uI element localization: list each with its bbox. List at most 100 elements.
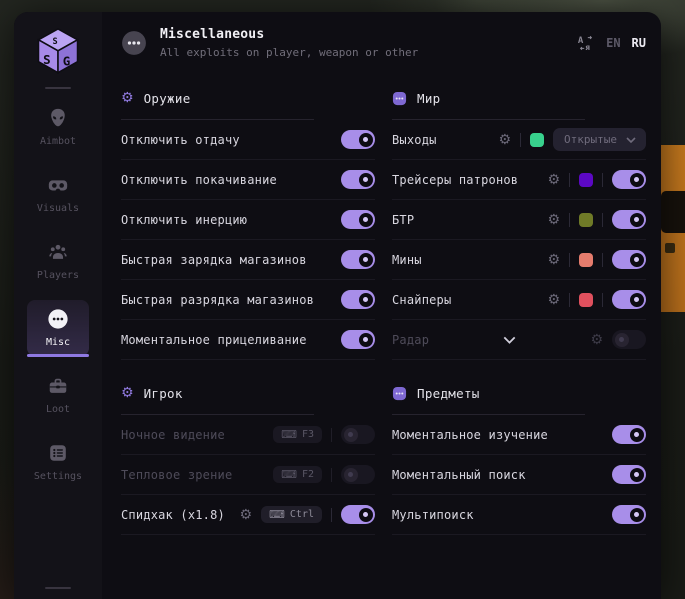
control-divider [331, 468, 332, 482]
feature-label: Радар [392, 333, 429, 347]
feature-row: Отключить покачивание [121, 160, 375, 200]
gear-icon[interactable]: ⚙ [547, 213, 560, 227]
toggle-switch[interactable] [341, 425, 375, 444]
gear-icon[interactable]: ⚙ [547, 253, 560, 267]
sidebar-item-loot[interactable]: Loot [27, 367, 89, 423]
list-icon [47, 442, 69, 464]
gear-icon[interactable]: ⚙ [239, 508, 252, 522]
toggle-switch[interactable] [341, 130, 375, 149]
exits-state-dropdown[interactable]: Открытые [553, 128, 646, 151]
keybind-badge[interactable]: ⌨ F3 [273, 426, 322, 443]
svg-text:S: S [53, 37, 58, 47]
keybind-label: Ctrl [290, 509, 314, 520]
toggle-switch[interactable] [612, 505, 646, 524]
feature-row: Мультипоиск [392, 495, 646, 535]
toggle-switch[interactable] [341, 290, 375, 309]
sidebar-item-label: Misc [46, 337, 70, 348]
feature-row: Быстрая зарядка магазинов [121, 240, 375, 280]
feature-label: Моментальное изучение [392, 428, 548, 442]
toggle-switch[interactable] [341, 505, 375, 524]
background-game-artifact [661, 145, 685, 312]
dots-square-icon [392, 386, 407, 401]
language-ru-button[interactable]: RU [632, 36, 646, 50]
keybind-badge[interactable]: ⌨ Ctrl [261, 506, 322, 523]
feature-row: Выходы ⚙ Открытые [392, 120, 646, 160]
color-swatch[interactable] [530, 133, 544, 147]
control-divider [569, 213, 570, 227]
feature-label: Выходы [392, 133, 437, 147]
feature-label: Ночное видение [121, 428, 225, 442]
feature-row: Ночное видение ⌨ F3 [121, 415, 375, 455]
control-divider [602, 253, 603, 267]
color-swatch[interactable] [579, 253, 593, 267]
toggle-knob [630, 253, 644, 267]
keybind-label: F2 [302, 469, 314, 480]
toggle-switch[interactable] [341, 250, 375, 269]
svg-text:S: S [43, 52, 51, 67]
feature-row: Моментальное изучение [392, 415, 646, 455]
toggle-knob [359, 253, 373, 267]
app-logo: S G S [33, 25, 83, 75]
keybind-badge[interactable]: ⌨ F2 [273, 466, 322, 483]
section-header: ⚙ Оружие [121, 86, 375, 110]
toggle-knob [344, 428, 358, 442]
control-divider [602, 173, 603, 187]
toggle-switch[interactable] [612, 425, 646, 444]
toggle-switch[interactable] [612, 210, 646, 229]
toggle-knob [359, 213, 373, 227]
color-swatch[interactable] [579, 293, 593, 307]
color-swatch[interactable] [579, 213, 593, 227]
feature-label: Отключить покачивание [121, 173, 277, 187]
sidebar-item-aimbot[interactable]: Aimbot [27, 99, 89, 155]
language-en-button[interactable]: EN [606, 36, 620, 50]
toggle-switch[interactable] [341, 210, 375, 229]
toggle-knob [630, 468, 644, 482]
svg-text:A: A [578, 36, 584, 46]
control-divider [602, 293, 603, 307]
feature-row: Спидхак (x1.8) ⚙ ⌨ Ctrl [121, 495, 375, 535]
toggle-switch[interactable] [341, 330, 375, 349]
toggle-knob [630, 508, 644, 522]
toggle-knob [359, 508, 373, 522]
sidebar-item-misc[interactable]: Misc [27, 300, 89, 356]
toggle-switch[interactable] [612, 330, 646, 349]
toggle-knob [344, 468, 358, 482]
gear-icon[interactable]: ⚙ [590, 333, 603, 347]
sidebar-nav: Aimbot Visuals Players Misc [14, 99, 102, 490]
sidebar-item-label: Players [37, 270, 79, 281]
keybind-label: F3 [302, 429, 314, 440]
section-header: Предметы [392, 381, 646, 405]
feature-label: Тепловое зрение [121, 468, 232, 482]
color-swatch[interactable] [579, 173, 593, 187]
gear-icon[interactable]: ⚙ [547, 293, 560, 307]
keyboard-icon: ⌨ [269, 509, 285, 520]
feature-row: БТР ⚙ [392, 200, 646, 240]
toggle-switch[interactable] [341, 170, 375, 189]
gear-icon[interactable]: ⚙ [498, 133, 511, 147]
feature-row: Тепловое зрение ⌨ F2 [121, 455, 375, 495]
feature-row: Мины ⚙ [392, 240, 646, 280]
left-column: ⚙ Оружие Отключить отдачу Отключить пока… [121, 86, 375, 535]
feature-row: Трейсеры патронов ⚙ [392, 160, 646, 200]
feature-label: Отключить отдачу [121, 133, 240, 147]
sidebar: S G S Aimbot Visuals Pl [14, 12, 102, 599]
dots-square-icon [392, 91, 407, 106]
sidebar-item-settings[interactable]: Settings [27, 434, 89, 490]
sidebar-item-players[interactable]: Players [27, 233, 89, 289]
toggle-switch[interactable] [341, 465, 375, 484]
sidebar-divider [45, 87, 71, 89]
toggle-switch[interactable] [612, 290, 646, 309]
gear-icon: ⚙ [121, 91, 134, 105]
toggle-knob [630, 213, 644, 227]
feature-label: Спидхак (x1.8) [121, 508, 225, 522]
feature-row: Быстрая разрядка магазинов [121, 280, 375, 320]
expand-chevron-icon[interactable] [429, 336, 590, 344]
keyboard-icon: ⌨ [281, 469, 297, 480]
toggle-switch[interactable] [612, 170, 646, 189]
gear-icon[interactable]: ⚙ [547, 173, 560, 187]
toggle-knob [630, 293, 644, 307]
chevron-down-icon [626, 137, 636, 143]
toggle-switch[interactable] [612, 465, 646, 484]
toggle-switch[interactable] [612, 250, 646, 269]
sidebar-item-visuals[interactable]: Visuals [27, 166, 89, 222]
